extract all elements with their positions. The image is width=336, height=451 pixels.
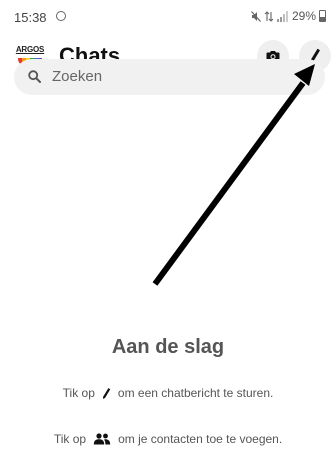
network-4g-icon	[264, 10, 274, 22]
status-time: 15:38	[14, 10, 47, 25]
battery-icon	[319, 10, 326, 22]
search-icon	[28, 70, 41, 83]
status-indicators: 29%	[251, 9, 326, 23]
hint-contacts-suffix: om je contacten toe te voegen.	[118, 432, 283, 446]
empty-state-title: Aan de slag	[111, 336, 225, 358]
people-icon	[93, 433, 111, 445]
hint-contacts-prefix: Tik op	[53, 432, 87, 446]
search-bar[interactable]: Zoeken	[14, 59, 325, 95]
status-bar: 15:38 29%	[0, 0, 336, 30]
mute-icon	[251, 10, 261, 22]
compose-icon	[102, 387, 111, 400]
messenger-notification-icon	[56, 11, 66, 21]
hint-compose-prefix: Tik op	[62, 386, 95, 400]
signal-icon	[276, 10, 288, 22]
search-input[interactable]: Zoeken	[52, 68, 102, 85]
hint-compose-suffix: om een chatbericht te sturen.	[117, 386, 274, 400]
logo-text: ARGOS	[15, 45, 45, 54]
hint-compose: Tik op om een chatbericht te sturen.	[0, 386, 336, 400]
battery-percent: 29%	[291, 9, 316, 23]
hint-contacts: Tik op om je contacten toe te voegen.	[0, 432, 336, 446]
